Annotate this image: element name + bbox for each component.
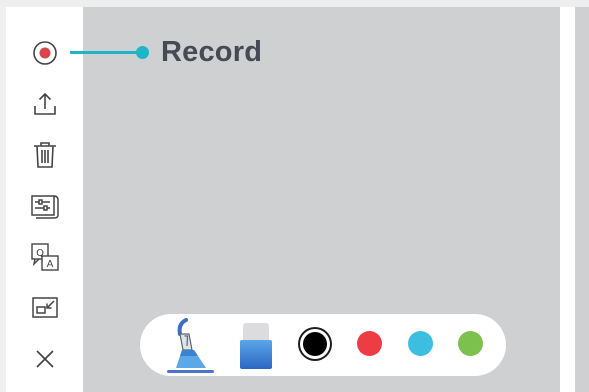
- eraser-icon: [240, 323, 272, 369]
- qa-icon: Q A: [31, 243, 59, 271]
- pen-icon: [176, 318, 206, 368]
- svg-text:A: A: [47, 259, 54, 270]
- callout-line: [70, 51, 142, 54]
- color-swatch-cyan[interactable]: [408, 331, 433, 356]
- qa-button[interactable]: Q A: [30, 242, 60, 272]
- pen-tool-button[interactable]: [172, 318, 210, 375]
- minimize-window-icon: [32, 297, 58, 318]
- drawing-toolbar: [140, 314, 506, 376]
- share-button[interactable]: [30, 89, 60, 119]
- right-panel: [560, 7, 575, 392]
- settings-button[interactable]: [30, 191, 60, 221]
- callout-label: Record: [161, 36, 263, 68]
- right-canvas-edge: [575, 7, 589, 392]
- trash-icon: [34, 142, 56, 168]
- close-icon: [36, 350, 54, 368]
- close-button[interactable]: [30, 344, 60, 374]
- callout-dot: [136, 46, 149, 59]
- color-swatch-red[interactable]: [357, 331, 382, 356]
- color-swatch-green[interactable]: [458, 331, 483, 356]
- color-swatch-black[interactable]: [303, 332, 327, 356]
- share-upload-icon: [34, 92, 56, 115]
- eraser-tool-button[interactable]: [239, 322, 273, 375]
- minimize-button[interactable]: [30, 293, 60, 323]
- record-button[interactable]: [30, 38, 60, 68]
- record-icon: [33, 41, 57, 65]
- settings-sliders-icon: [31, 195, 59, 219]
- pen-selected-indicator: [167, 370, 214, 373]
- delete-button[interactable]: [30, 140, 60, 170]
- top-strip: [0, 0, 589, 7]
- sidebar: Q A: [6, 7, 83, 392]
